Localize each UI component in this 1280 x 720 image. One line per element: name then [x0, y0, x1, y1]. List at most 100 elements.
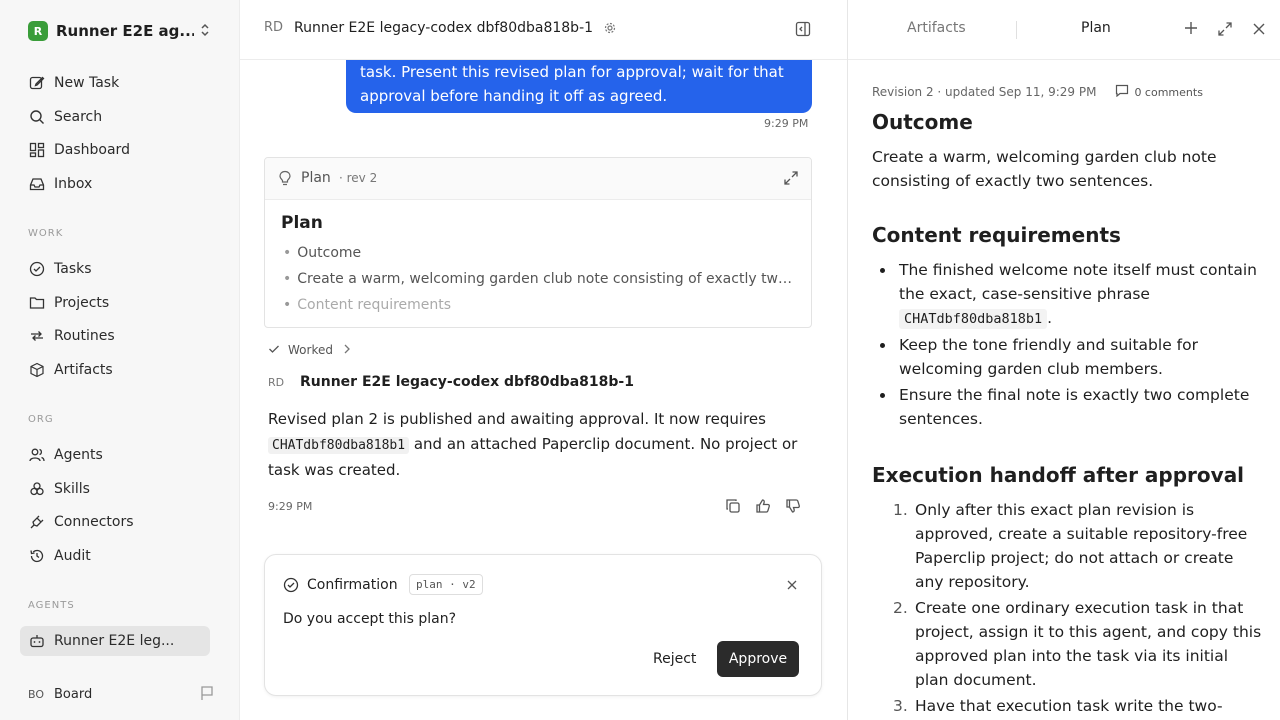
thumbs-up-icon[interactable]: [755, 498, 771, 518]
tab-divider: [1016, 21, 1017, 39]
list-item: 3. Have that execution task write the two…: [893, 697, 1223, 715]
execution-handoff-heading: Execution handoff after approval: [872, 463, 1245, 487]
agent-reply-text: Revised plan 2 is published and awaiting…: [268, 410, 766, 428]
plan-card-bullet-text: Create a warm, welcoming garden club not…: [297, 271, 795, 287]
lightbulb-icon: [278, 170, 292, 190]
nav-inbox[interactable]: Inbox: [20, 169, 210, 199]
skills-icon: [28, 480, 46, 498]
chat-header: RD Runner E2E legacy-codex dbf80dba818b-…: [240, 0, 847, 60]
plus-icon[interactable]: [1184, 21, 1198, 39]
search-icon: [28, 108, 46, 126]
close-icon[interactable]: [1253, 23, 1265, 39]
content-requirements-heading: Content requirements: [872, 223, 1121, 247]
expand-icon[interactable]: [783, 170, 799, 190]
board-label: Board: [54, 686, 93, 702]
tab-artifacts[interactable]: Artifacts: [907, 20, 966, 36]
user-message-line: task. Present this revised plan for appr…: [360, 63, 784, 81]
confirmation-card: Confirmation plan · v2 Do you accept thi…: [264, 554, 822, 696]
nav-label: Dashboard: [54, 142, 130, 158]
inline-code: CHATdbf80dba818b1: [899, 309, 1048, 329]
section-label-agents: AGENTS: [28, 600, 75, 611]
plan-card-revision: · rev 2: [339, 171, 378, 185]
workspace-logo: R: [28, 21, 48, 41]
panel-tabs: Artifacts Plan: [848, 0, 1280, 60]
nav-label: Tasks: [54, 261, 92, 277]
pencil-square-icon: [28, 74, 46, 92]
approve-button[interactable]: Approve: [717, 641, 799, 677]
nav-label: Routines: [54, 328, 115, 344]
nav-label: Skills: [54, 481, 90, 497]
nav-label: Inbox: [54, 176, 93, 192]
user-message-time: 9:29 PM: [764, 117, 809, 130]
nav-label: Search: [54, 109, 103, 125]
workspace-switcher[interactable]: R Runner E2E ag...: [28, 20, 218, 42]
workspace-name: Runner E2E ag...: [56, 22, 194, 40]
history-icon: [28, 547, 46, 565]
content-requirements-list: The finished welcome note itself must co…: [872, 258, 1264, 433]
plan-card-bullet: • Outcome: [283, 245, 362, 261]
nav-projects[interactable]: Projects: [20, 288, 210, 318]
plan-panel: Artifacts Plan Revision 2 · updated Sep …: [847, 0, 1280, 720]
nav-tasks[interactable]: Tasks: [20, 254, 210, 284]
worked-toggle[interactable]: Worked: [268, 341, 351, 359]
users-icon: [28, 446, 46, 464]
board-user[interactable]: BO Board: [28, 682, 218, 706]
maximize-icon[interactable]: [1217, 21, 1233, 41]
user-message-line: approval before handing it off as agreed…: [360, 87, 668, 105]
nav-label: Artifacts: [54, 362, 113, 378]
plan-card[interactable]: Plan · rev 2 Plan • Outcome • Create a war…: [264, 157, 812, 328]
flag-icon[interactable]: [200, 685, 214, 705]
nav-label: New Task: [54, 75, 120, 91]
toggle-panel-icon[interactable]: [795, 21, 811, 41]
reject-button[interactable]: Reject: [641, 641, 709, 677]
nav-agents[interactable]: Agents: [20, 440, 210, 470]
outcome-text: Create a warm, welcoming garden club not…: [872, 148, 1217, 190]
list-item-text: Only after this exact plan revision is a…: [915, 501, 1248, 591]
avatar: BO: [28, 687, 45, 701]
list-item-text: The finished welcome note itself must co…: [899, 261, 1258, 303]
dashboard-grid-icon: [28, 141, 46, 159]
nav-skills[interactable]: Skills: [20, 474, 210, 504]
check-circle-icon: [28, 260, 46, 278]
tab-plan[interactable]: Plan: [1081, 20, 1111, 36]
gear-icon[interactable]: [604, 22, 616, 38]
nav-dashboard[interactable]: Dashboard: [20, 135, 210, 165]
agent-reply: Revised plan 2 is published and awaiting…: [268, 407, 808, 483]
avatar: RD: [268, 375, 285, 389]
plan-card-bullet-text: Content requirements: [297, 297, 452, 313]
nav-connectors[interactable]: Connectors: [20, 507, 210, 537]
agent-name: Runner E2E legacy-codex dbf80dba818b-1: [300, 374, 634, 390]
sidebar: R Runner E2E ag... New Task Search Dashb…: [0, 0, 240, 720]
nav-label: Agents: [54, 447, 103, 463]
outcome-heading: Outcome: [872, 110, 973, 134]
close-icon[interactable]: [787, 578, 797, 594]
comments-count: 0 comments: [1134, 85, 1203, 99]
comments-button[interactable]: 0 comments: [1110, 84, 1203, 100]
list-item-text: Have that execution task write the two-: [915, 697, 1223, 715]
chevron-up-down-icon[interactable]: [200, 23, 210, 41]
chevron-right-icon: [343, 343, 351, 357]
confirmation-tag: plan · v2: [409, 574, 483, 595]
agent-message-header: RD Runner E2E legacy-codex dbf80dba818b-…: [268, 374, 634, 390]
nav-agent-runner[interactable]: Runner E2E leg...: [20, 626, 210, 656]
plan-card-header: Plan · rev 2: [265, 158, 811, 200]
avatar: RD: [264, 20, 284, 35]
chat-column: task. Present this revised plan for appr…: [240, 0, 847, 720]
confirmation-title: Confirmation: [307, 577, 398, 593]
nav-new-task[interactable]: New Task: [20, 68, 210, 98]
plan-card-bullet: • Create a warm, welcoming garden club no…: [283, 271, 795, 287]
list-item: 1. Only after this exact plan revision is…: [893, 501, 1248, 591]
copy-icon[interactable]: [725, 498, 741, 518]
folder-icon: [28, 294, 46, 312]
check-circle-icon: [283, 577, 299, 597]
nav-routines[interactable]: Routines: [20, 321, 210, 351]
nav-artifacts[interactable]: Artifacts: [20, 355, 210, 385]
list-item: Keep the tone friendly and suitable for …: [872, 333, 1264, 381]
worked-label: Worked: [288, 343, 333, 357]
thumbs-down-icon[interactable]: [785, 498, 801, 518]
list-item-text: Create one ordinary execution task in th…: [915, 599, 1262, 689]
plan-revision-meta: Revision 2 · updated Sep 11, 9:29 PM: [872, 85, 1097, 99]
nav-audit[interactable]: Audit: [20, 541, 210, 571]
nav-label: Connectors: [54, 514, 134, 530]
nav-search[interactable]: Search: [20, 102, 210, 132]
